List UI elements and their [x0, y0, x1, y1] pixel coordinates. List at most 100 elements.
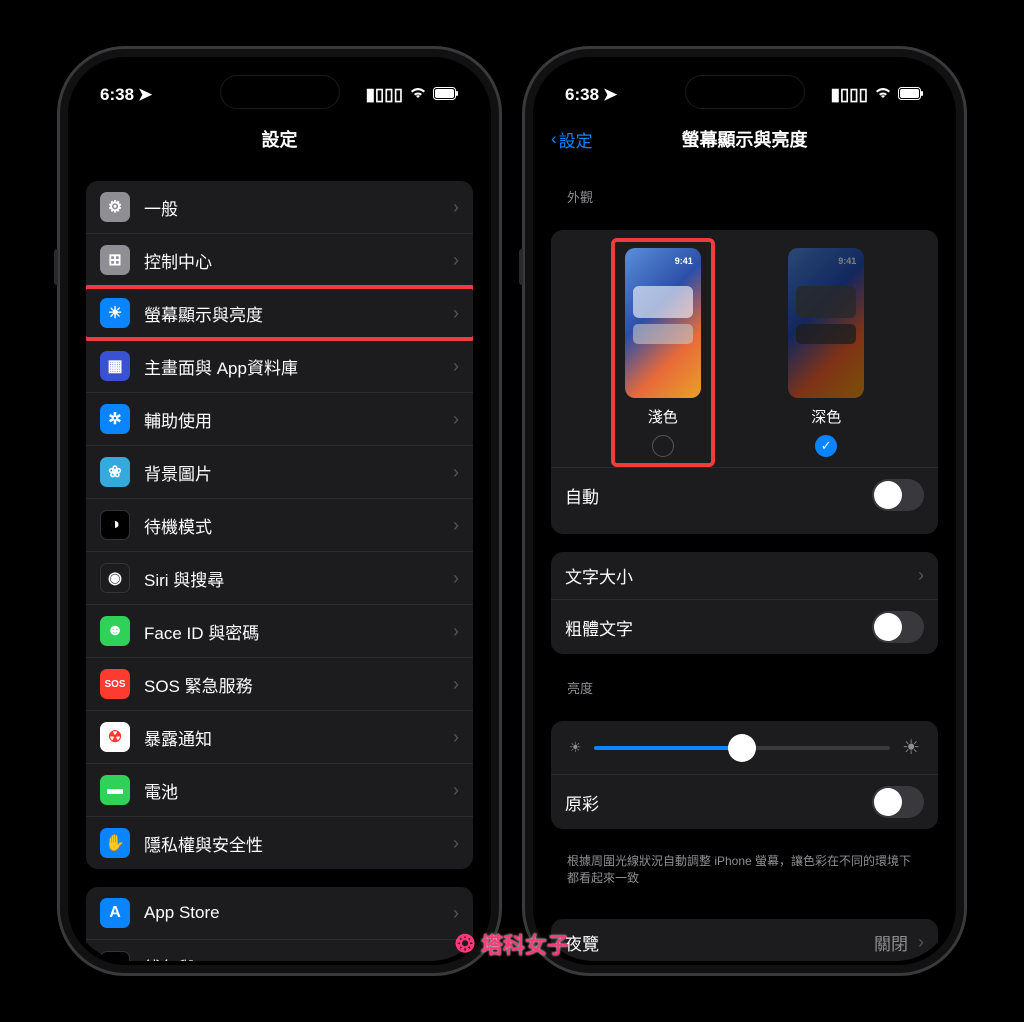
- settings-list[interactable]: ⚙一般›⊞控制中心›☀螢幕顯示與亮度›▦主畫面與 App資料庫›✲輔助使用›❀背…: [72, 163, 487, 961]
- settings-row-錢包與 Apple Pay[interactable]: ▭錢包與 Apple Pay›: [86, 939, 473, 961]
- radio-dark-checked[interactable]: ✓: [815, 435, 837, 457]
- settings-row-主畫面與 App資料庫[interactable]: ▦ 主畫面與 App資料庫 ›: [86, 339, 473, 392]
- theme-dark-label: 深色: [811, 406, 841, 427]
- ❀-icon: ❀: [100, 457, 130, 487]
- appearance-options: 9:41 淺色 9:41 深色 ✓: [551, 248, 938, 467]
- row-label: 輔助使用: [144, 407, 447, 432]
- chevron-right-icon: ›: [453, 462, 459, 483]
- settings-row-背景圖片[interactable]: ❀ 背景圖片 ›: [86, 445, 473, 498]
- ☻-icon: ☻: [100, 616, 130, 646]
- chevron-right-icon: ›: [918, 565, 924, 586]
- status-time: 6:38: [565, 85, 599, 105]
- chevron-right-icon: ›: [453, 903, 459, 924]
- SOS-icon: SOS: [100, 669, 130, 699]
- ☢-icon: ☢: [100, 722, 130, 752]
- row-label: 隱私權與安全性: [144, 831, 447, 856]
- signal-icon: ▮▯▯▯: [831, 85, 868, 105]
- bold-toggle[interactable]: [872, 611, 924, 643]
- row-label: 主畫面與 App資料庫: [144, 354, 447, 379]
- row-label: App Store: [144, 903, 447, 923]
- ☀-icon: ☀: [100, 298, 130, 328]
- theme-light[interactable]: 9:41 淺色: [625, 248, 701, 457]
- brightness-header: 亮度: [551, 672, 938, 703]
- ✲-icon: ✲: [100, 404, 130, 434]
- chevron-right-icon: ›: [453, 515, 459, 536]
- slider-fill: [594, 746, 742, 750]
- chevron-right-icon: ›: [453, 621, 459, 642]
- row-label: Siri 與搜尋: [144, 566, 447, 591]
- A-icon: A: [100, 898, 130, 928]
- chevron-right-icon: ›: [453, 568, 459, 589]
- theme-dark[interactable]: 9:41 深色 ✓: [788, 248, 864, 457]
- row-label: 一般: [144, 195, 447, 220]
- settings-row-Siri 與搜尋[interactable]: ◉ Siri 與搜尋 ›: [86, 551, 473, 604]
- row-label: 螢幕顯示與亮度: [144, 301, 447, 326]
- watermark-text: 塔科女子: [481, 928, 569, 960]
- settings-row-App Store[interactable]: A App Store ›: [86, 887, 473, 939]
- row-label: 待機模式: [144, 513, 447, 538]
- row-label: 電池: [144, 778, 447, 803]
- settings-row-隱私權與安全性[interactable]: ✋ 隱私權與安全性 ›: [86, 816, 473, 869]
- battery-icon: [898, 85, 924, 105]
- phone-left: 6:38 ➤ ▮▯▯▯ 設定 ⚙一般›⊞控制中心›☀螢幕顯示與亮度›▦主畫面與 …: [57, 46, 502, 976]
- settings-group-1: ⚙一般›⊞控制中心›☀螢幕顯示與亮度›▦主畫面與 App資料庫›✲輔助使用›❀背…: [86, 181, 473, 869]
- true-tone-note: 根據周圍光線狀況自動調整 iPhone 螢幕，讓色彩在不同的環境下都看起來一致: [551, 847, 938, 901]
- status-time: 6:38: [100, 85, 134, 105]
- settings-row-暴露通知[interactable]: ☢暴露通知›: [86, 710, 473, 763]
- page-title: 螢幕顯示與亮度: [682, 126, 808, 152]
- dynamic-island: [685, 75, 805, 109]
- battery-icon: [433, 85, 459, 105]
- row-label: Face ID 與密碼: [144, 619, 447, 644]
- location-icon: ➤: [603, 85, 617, 105]
- back-label: 設定: [559, 127, 593, 152]
- slider-thumb[interactable]: [728, 734, 756, 762]
- brightness-slider[interactable]: [594, 746, 891, 750]
- settings-row-控制中心[interactable]: ⊞控制中心›: [86, 233, 473, 286]
- night-shift-row[interactable]: 夜覽 關閉 ›: [551, 919, 938, 961]
- chevron-right-icon: ›: [453, 780, 459, 801]
- night-shift-group: 夜覽 關閉 ›: [551, 919, 938, 961]
- page-title: 設定: [262, 126, 298, 152]
- thumb-time: 9:41: [838, 256, 856, 266]
- settings-row-電池[interactable]: ▬ 電池 ›: [86, 763, 473, 816]
- theme-light-thumbnail: 9:41: [625, 248, 701, 398]
- wifi-icon: [874, 85, 892, 105]
- settings-group-2: A App Store › ▭錢包與 Apple Pay›: [86, 887, 473, 961]
- bold-text-label: 粗體文字: [565, 615, 872, 640]
- auto-toggle[interactable]: [872, 479, 924, 511]
- radio-light[interactable]: [652, 435, 674, 457]
- settings-row-待機模式[interactable]: ◑ 待機模式 ›: [86, 498, 473, 551]
- display-settings[interactable]: 外觀 9:41 淺色 9:41: [537, 163, 952, 961]
- ▬-icon: ▬: [100, 775, 130, 805]
- settings-row-SOS 緊急服務[interactable]: SOSSOS 緊急服務›: [86, 657, 473, 710]
- chevron-right-icon: ›: [453, 833, 459, 854]
- sun-large-icon: ☀: [902, 735, 920, 760]
- ⊞-icon: ⊞: [100, 245, 130, 275]
- wifi-icon: [409, 85, 427, 105]
- ◑-icon: ◑: [100, 510, 130, 540]
- chevron-right-icon: ›: [453, 356, 459, 377]
- row-label: 錢包與 Apple Pay: [144, 954, 447, 962]
- back-button[interactable]: ‹ 設定: [551, 127, 593, 152]
- brightness-slider-row: ☀ ☀: [551, 721, 938, 774]
- chevron-left-icon: ‹: [551, 129, 557, 149]
- row-label: 背景圖片: [144, 460, 447, 485]
- watermark: ❂ 塔科女子: [455, 928, 569, 960]
- theme-light-label: 淺色: [648, 406, 678, 427]
- ✋-icon: ✋: [100, 828, 130, 858]
- true-tone-toggle[interactable]: [872, 786, 924, 818]
- settings-row-一般[interactable]: ⚙ 一般 ›: [86, 181, 473, 233]
- settings-row-Face ID 與密碼[interactable]: ☻ Face ID 與密碼 ›: [86, 604, 473, 657]
- row-label: 暴露通知: [144, 725, 447, 750]
- text-size-row[interactable]: 文字大小 ›: [551, 552, 938, 599]
- settings-row-螢幕顯示與亮度[interactable]: ☀螢幕顯示與亮度›: [86, 286, 473, 339]
- nav-bar: 設定: [72, 115, 487, 163]
- chevron-right-icon: ›: [453, 250, 459, 271]
- chevron-right-icon: ›: [453, 197, 459, 218]
- chevron-right-icon: ›: [453, 674, 459, 695]
- ⚙-icon: ⚙: [100, 192, 130, 222]
- ▦-icon: ▦: [100, 351, 130, 381]
- screen-right: 6:38 ➤ ▮▯▯▯ ‹ 設定 螢幕顯示與亮度 外觀: [537, 61, 952, 961]
- ◉-icon: ◉: [100, 563, 130, 593]
- settings-row-輔助使用[interactable]: ✲輔助使用›: [86, 392, 473, 445]
